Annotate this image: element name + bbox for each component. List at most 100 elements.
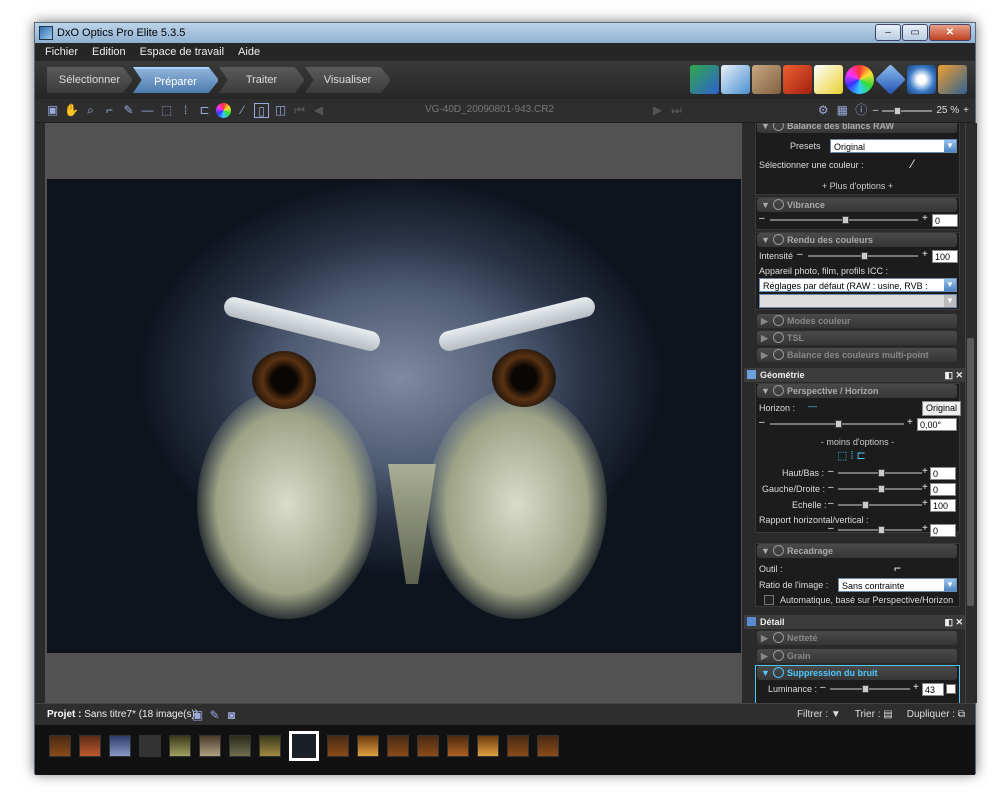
gauche-droite-slider[interactable] — [838, 485, 922, 493]
rapport-plus[interactable]: + — [922, 523, 928, 534]
perspective-rect-icon[interactable]: ⊏ — [197, 103, 212, 118]
grid-icon[interactable]: ▦ — [835, 103, 850, 118]
horizon-original-button[interactable]: Original — [922, 401, 962, 416]
luminance-checkbox[interactable] — [946, 684, 956, 694]
geometry-group-header[interactable]: Géométrie ◧ ✕ — [744, 368, 967, 382]
duplicate-icon[interactable]: ⧉ — [958, 709, 965, 720]
prev-image-icon[interactable]: ◀ — [311, 103, 326, 118]
palette-light-icon[interactable] — [814, 65, 843, 94]
filter-icon[interactable]: ▼ — [831, 709, 841, 720]
vibrance-slider[interactable] — [770, 216, 918, 224]
gears-icon[interactable]: ⚙ — [816, 103, 831, 118]
first-image-icon[interactable]: ⏮ — [292, 103, 307, 118]
rapport-value[interactable]: 0 — [930, 524, 956, 537]
luminance-value[interactable]: 43 — [922, 683, 944, 696]
wb-header[interactable]: ▼ Balance des blancs RAW — [757, 123, 957, 133]
thumbnail[interactable] — [447, 735, 469, 757]
tab-preparer[interactable]: Préparer — [133, 67, 219, 93]
thumbnail-selected[interactable] — [289, 731, 319, 761]
modes-couleur-header[interactable]: ▶ Modes couleur — [757, 314, 957, 328]
menu-edition[interactable]: Edition — [92, 43, 126, 61]
intensity-minus[interactable]: – — [797, 249, 803, 260]
echelle-slider[interactable] — [838, 501, 922, 509]
crop-tool-icon[interactable]: ⌐ — [890, 561, 905, 576]
echelle-minus[interactable]: – — [828, 498, 834, 509]
thumbnail[interactable] — [259, 735, 281, 757]
panel-scrollbar[interactable] — [965, 123, 975, 703]
nettete-header[interactable]: ▶ Netteté — [757, 631, 957, 645]
gauche-droite-plus[interactable]: + — [922, 482, 928, 493]
sort-icon[interactable]: ▤ — [883, 709, 892, 720]
zoom-plus[interactable]: + — [963, 105, 969, 116]
vibrance-value[interactable]: 0 — [932, 214, 958, 227]
intensity-slider[interactable] — [808, 252, 918, 260]
gauche-droite-value[interactable]: 0 — [930, 483, 956, 496]
auto-checkbox[interactable] — [764, 595, 774, 605]
rapport-slider[interactable] — [838, 526, 922, 534]
split-view-icon[interactable]: ▯ — [254, 103, 269, 118]
palette-color-icon[interactable] — [845, 65, 874, 94]
scrollbar-thumb[interactable] — [967, 338, 974, 606]
palette-user-icon[interactable] — [938, 65, 967, 94]
thumbnail[interactable] — [49, 735, 71, 757]
hand-icon[interactable]: ✋ — [64, 103, 79, 118]
thumbnail[interactable] — [327, 735, 349, 757]
menu-espace-de-travail[interactable]: Espace de travail — [140, 43, 224, 61]
menu-aide[interactable]: Aide — [238, 43, 260, 61]
eraser-icon[interactable]: ✎ — [121, 103, 136, 118]
thumbnail[interactable] — [139, 735, 161, 757]
thumbnail[interactable] — [417, 735, 439, 757]
thumbnail[interactable] — [79, 735, 101, 757]
zoom-slider[interactable] — [882, 106, 933, 115]
project-edit-icon[interactable]: ✎ — [207, 708, 222, 723]
noise-header[interactable]: ▼ Suppression du bruit — [757, 666, 957, 680]
intensity-plus[interactable]: + — [922, 249, 928, 260]
last-image-icon[interactable]: ⏭ — [669, 103, 684, 118]
zoom-minus[interactable]: – — [873, 105, 879, 116]
perspective-v-icon[interactable]: ⁞ — [178, 103, 193, 118]
thumbnail[interactable] — [507, 735, 529, 757]
echelle-plus[interactable]: + — [922, 498, 928, 509]
horizon-plus[interactable]: + — [907, 417, 913, 428]
luminance-plus[interactable]: + — [913, 682, 919, 693]
thumbnail[interactable] — [357, 735, 379, 757]
tab-visualiser[interactable]: Visualiser — [305, 67, 391, 93]
luminance-slider[interactable] — [830, 685, 910, 693]
thumbnail[interactable] — [477, 735, 499, 757]
haut-bas-minus[interactable]: – — [828, 466, 834, 477]
zoom-icon[interactable]: ⌕ — [83, 103, 98, 118]
horizon-slider[interactable] — [770, 420, 904, 428]
perspective-tools-icon[interactable]: ⬚ ⁞ ⊏ — [837, 449, 866, 462]
palette-detail-icon[interactable] — [875, 64, 906, 95]
vibrance-minus[interactable]: – — [759, 213, 765, 224]
perspective-h-icon[interactable]: ⬚ — [159, 103, 174, 118]
presets-select[interactable]: Original ▼ — [830, 139, 957, 153]
horizon-value[interactable]: 0,00° — [917, 418, 957, 431]
image-viewer[interactable] — [45, 123, 742, 703]
tab-selectionner[interactable]: Sélectionner — [47, 67, 133, 93]
menu-fichier[interactable]: Fichier — [45, 43, 78, 61]
device-select[interactable]: Réglages par défaut (RAW : usine, RVB : … — [759, 278, 957, 305]
crop-icon[interactable]: ⌐ — [102, 103, 117, 118]
compare-icon[interactable]: ▣ — [45, 103, 60, 118]
vibrance-plus[interactable]: + — [922, 213, 928, 224]
horizon-icon[interactable]: — — [140, 103, 155, 118]
haut-bas-plus[interactable]: + — [922, 466, 928, 477]
tsl-header[interactable]: ▶ TSL — [757, 331, 957, 345]
thumbnail[interactable] — [109, 735, 131, 757]
horizon-minus[interactable]: – — [759, 417, 765, 428]
luminance-minus[interactable]: – — [820, 682, 826, 693]
thumbnail[interactable] — [229, 735, 251, 757]
perspective-header[interactable]: ▼ Perspective / Horizon — [757, 384, 957, 398]
color-wheel-icon[interactable] — [216, 103, 231, 118]
project-new-icon[interactable]: ▣ — [190, 708, 205, 723]
less-options-link[interactable]: - moins d'options - — [755, 437, 960, 447]
thumbnail[interactable] — [537, 735, 559, 757]
palette-geometry-icon[interactable] — [690, 65, 719, 94]
palette-settings-icon[interactable] — [783, 65, 812, 94]
side-by-side-icon[interactable]: ◫ — [273, 103, 288, 118]
minimize-button[interactable]: – — [875, 24, 901, 41]
more-options-link[interactable]: + Plus d'options + — [755, 181, 960, 191]
palette-tags-icon[interactable] — [752, 65, 781, 94]
thumbnail[interactable] — [199, 735, 221, 757]
